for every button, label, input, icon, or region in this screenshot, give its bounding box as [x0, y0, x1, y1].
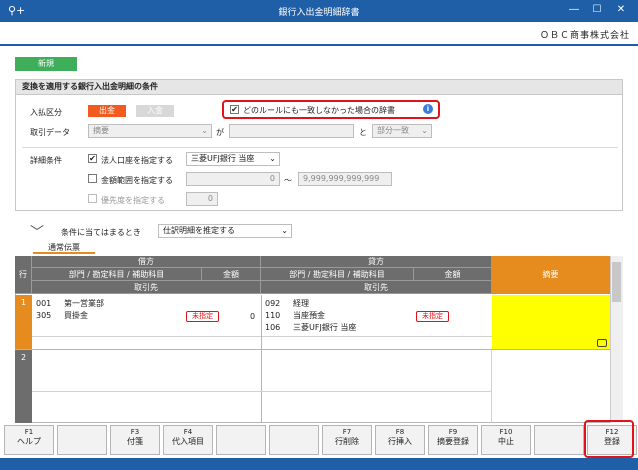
in-button[interactable]: 入金	[136, 105, 174, 117]
window-title: 銀行入出金明細辞書	[278, 8, 360, 18]
priority-checkbox[interactable]	[88, 194, 97, 203]
fkey-label: 行挿入	[388, 437, 412, 446]
separator	[22, 147, 618, 148]
fkey-label: 付箋	[127, 437, 143, 446]
row-divider	[32, 391, 492, 392]
fkey-key: F4	[183, 428, 193, 436]
matching-select[interactable]: 仕訳明細を推定する ⌄	[158, 224, 292, 238]
bank-select[interactable]: 三菱UFJ銀行 当座 ⌄	[186, 152, 280, 166]
new-badge: 新規	[15, 57, 77, 71]
chevron-down-icon[interactable]: ﹀	[30, 222, 44, 242]
info-icon[interactable]: i	[423, 104, 433, 114]
status-bar	[0, 458, 638, 470]
summary-header: 摘要	[492, 256, 610, 294]
register-highlight	[584, 420, 634, 458]
entry-type-label: 入払区分	[30, 108, 62, 117]
summary-select[interactable]: 摘要 ⌄	[88, 124, 212, 138]
no-rule-label: どのルールにも一致しなかった場合の辞書	[243, 106, 395, 115]
fkey-f4-button[interactable]: F4 代入項目	[163, 425, 213, 455]
fkey-f10-button[interactable]: F10 中止	[481, 425, 531, 455]
corp-account-checkbox[interactable]: ✔	[88, 154, 97, 163]
fkey-empty-button[interactable]	[216, 425, 266, 455]
row-divider	[32, 336, 492, 337]
debit-amount[interactable]: 0	[250, 312, 255, 321]
fkey-key: F7	[342, 428, 352, 436]
fkey-label: 中止	[498, 437, 514, 446]
title-bar: ⚲+ 銀行入出金明細辞書 ― ☐ ✕	[0, 0, 638, 22]
debit-header: 借方	[32, 256, 261, 268]
row-number[interactable]: 1	[15, 295, 32, 349]
header-divider	[0, 44, 638, 46]
fkey-f9-button[interactable]: F9 摘要登録	[428, 425, 478, 455]
fkey-f8-button[interactable]: F8 行挿入	[375, 425, 425, 455]
comment-icon[interactable]	[597, 339, 607, 347]
debit-partner-header: 取引先	[32, 281, 261, 294]
fkey-f3-button[interactable]: F3 付箋	[110, 425, 160, 455]
debit-account[interactable]: 第一営業部 買掛金	[64, 298, 104, 322]
debit-code: 001 305	[36, 299, 52, 320]
priority-label: 優先度を指定する	[101, 196, 165, 205]
fkey-empty-button[interactable]	[534, 425, 584, 455]
col-divider	[491, 350, 492, 423]
amount-label: 金額範囲を指定する	[101, 176, 173, 185]
row-divider	[15, 349, 623, 350]
fkey-key: F1	[24, 428, 34, 436]
fkey-key: F8	[395, 428, 405, 436]
fkey-key: F9	[448, 428, 458, 436]
debit-amount-header: 金額	[202, 268, 261, 281]
fkey-label: 摘要登録	[437, 437, 469, 446]
amount-from-input[interactable]: 0	[186, 172, 280, 186]
tab-normal-voucher[interactable]: 通常伝票	[33, 242, 95, 254]
ga-label: が	[216, 128, 224, 137]
row-number[interactable]: 2	[15, 350, 32, 423]
conditions-panel	[15, 79, 623, 211]
credit-header: 貸方	[261, 256, 492, 268]
summary-cell[interactable]	[492, 295, 610, 349]
fkey-f7-button[interactable]: F7 行削除	[322, 425, 372, 455]
match-select[interactable]: 部分一致 ⌄	[372, 124, 432, 138]
matching-label: 条件に当てはまるとき	[61, 228, 141, 237]
tilde: ～	[284, 176, 292, 185]
fkey-key: F10	[499, 428, 513, 436]
fkey-label: 行削除	[335, 437, 359, 446]
credit-account[interactable]: 経理 当座預金 三菱UFJ銀行 当座	[293, 298, 356, 334]
priority-input[interactable]: 0	[186, 192, 218, 206]
credit-amount-header: 金額	[414, 268, 492, 281]
credit-account-header: 部門 / 勘定科目 / 補助科目	[261, 268, 414, 281]
amount-to-input[interactable]: 9,999,999,999,999	[298, 172, 392, 186]
out-button[interactable]: 出金	[88, 105, 126, 117]
unspecified-badge: 未指定	[186, 311, 219, 322]
company-name: ＯＢＣ商事株式会社	[539, 31, 630, 41]
credit-code: 092 110 106	[265, 299, 281, 332]
fkey-empty-button[interactable]	[57, 425, 107, 455]
fkey-f1-button[interactable]: F1 ヘルプ	[4, 425, 54, 455]
fkey-label: ヘルプ	[17, 437, 41, 446]
maximize-button[interactable]: ☐	[590, 3, 604, 17]
detail-label: 詳細条件	[30, 156, 62, 165]
scrollbar-thumb[interactable]	[612, 262, 621, 302]
fkey-key: F3	[130, 428, 140, 436]
fkey-empty-button[interactable]	[269, 425, 319, 455]
minimize-button[interactable]: ―	[567, 3, 581, 17]
credit-partner-header: 取引先	[261, 281, 492, 294]
row-header: 行	[15, 256, 32, 294]
amount-checkbox[interactable]	[88, 174, 97, 183]
unspecified-badge: 未指定	[416, 311, 449, 322]
col-divider	[261, 295, 262, 423]
keyword-input[interactable]	[229, 124, 354, 138]
fkey-label: 代入項目	[172, 437, 204, 446]
to-label: と	[359, 128, 367, 137]
corp-account-label: 法人口座を指定する	[101, 156, 173, 165]
close-button[interactable]: ✕	[614, 3, 628, 17]
no-rule-checkbox[interactable]: ✔	[230, 105, 239, 114]
trans-data-label: 取引データ	[30, 128, 70, 137]
conditions-heading: 変換を適用する銀行入出金明細の条件	[15, 79, 623, 95]
debit-account-header: 部門 / 勘定科目 / 補助科目	[32, 268, 202, 281]
